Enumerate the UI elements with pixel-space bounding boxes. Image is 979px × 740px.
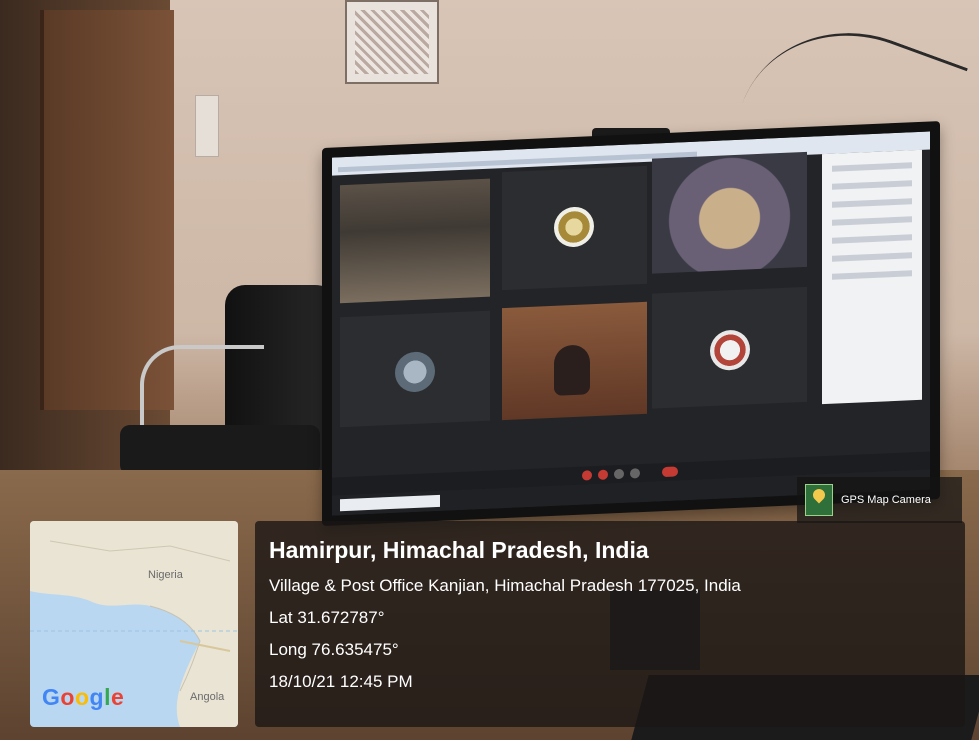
map-label-nigeria: Nigeria bbox=[148, 569, 183, 581]
latitude-line: Lat 31.672787° bbox=[269, 608, 385, 627]
video-tile-logo bbox=[502, 165, 647, 291]
mic-button-icon bbox=[582, 470, 592, 481]
location-map: Nigeria Angola Google bbox=[30, 521, 238, 727]
google-letter: g bbox=[89, 684, 105, 710]
badge-label: GPS Map Camera bbox=[841, 494, 931, 506]
video-tile-classroom bbox=[340, 178, 490, 304]
gps-map-camera-icon bbox=[805, 484, 833, 516]
participant-avatar-icon bbox=[395, 351, 435, 393]
share-button-icon bbox=[614, 468, 624, 480]
video-tile-avatar bbox=[340, 310, 490, 428]
video-tile-presenter bbox=[502, 301, 647, 421]
participant-avatar-2-icon bbox=[710, 329, 750, 372]
office-chair bbox=[120, 285, 360, 495]
logo-icon bbox=[554, 206, 594, 248]
location-info-panel: Hamirpur, Himachal Pradesh, India Villag… bbox=[255, 521, 965, 727]
gps-camera-badge: GPS Map Camera bbox=[797, 477, 962, 523]
video-tile-room bbox=[652, 151, 807, 274]
google-letter: o bbox=[74, 684, 90, 710]
google-letter: G bbox=[42, 684, 61, 710]
google-letter: e bbox=[110, 684, 125, 710]
wall-poster bbox=[345, 0, 439, 84]
presenter-person bbox=[554, 344, 590, 396]
monitor bbox=[322, 121, 940, 526]
google-logo: Google bbox=[42, 684, 124, 711]
taskbar-search bbox=[340, 494, 440, 512]
longitude-line: Long 76.635475° bbox=[269, 640, 399, 659]
camera-button-icon bbox=[598, 469, 608, 480]
map-label-angola: Angola bbox=[190, 691, 225, 703]
google-letter: o bbox=[60, 684, 75, 710]
address-line: Village & Post Office Kanjian, Himachal … bbox=[269, 576, 741, 595]
video-call-screen bbox=[332, 131, 930, 516]
datetime-line: 18/10/21 12:45 PM bbox=[269, 672, 413, 691]
participants-panel bbox=[822, 149, 922, 405]
place-title: Hamirpur, Himachal Pradesh, India bbox=[269, 537, 649, 563]
more-button-icon bbox=[630, 468, 640, 479]
video-tile-avatar-2 bbox=[652, 286, 807, 409]
chair-seat bbox=[120, 425, 320, 475]
photo-scene: GPS Map Camera Nigeria Angola Google Ham… bbox=[0, 0, 979, 740]
wall-switch bbox=[195, 95, 219, 157]
hangup-button-icon bbox=[662, 466, 678, 478]
google-letter: l bbox=[104, 684, 111, 710]
